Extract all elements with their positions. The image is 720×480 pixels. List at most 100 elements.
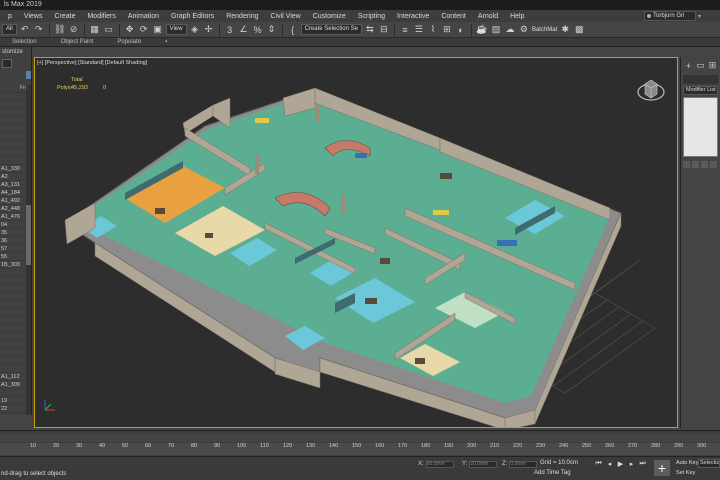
previous-frame-icon[interactable]: ◂	[605, 459, 614, 468]
ribbon-tab-populate[interactable]: Populate	[105, 39, 153, 45]
move-icon[interactable]: ✥	[124, 24, 136, 36]
layer-icon[interactable]: ≡	[399, 24, 411, 36]
scene-list-item[interactable]	[0, 85, 26, 93]
angle-snap-icon[interactable]: ∠	[238, 24, 250, 36]
snap-icon[interactable]: 3	[224, 24, 236, 36]
menu-item-arnold[interactable]: Arnold	[472, 13, 504, 20]
scene-list-item[interactable]	[0, 93, 26, 101]
scene-list-item[interactable]	[0, 285, 26, 293]
x-field[interactable]: 90.0mm	[425, 460, 454, 468]
batchmat-label[interactable]: BatchMat	[532, 27, 557, 33]
object-name-field[interactable]	[683, 75, 718, 84]
scene-list-item[interactable]	[0, 157, 26, 165]
render-setup-icon[interactable]: ☕	[476, 24, 488, 36]
menu-item-animation[interactable]: Animation	[122, 13, 165, 20]
y-field[interactable]: 20.0mm	[469, 460, 498, 468]
selection-filter-dropdown[interactable]: All	[2, 24, 17, 35]
z-coordinate[interactable]: Z: 0.0mm	[502, 460, 538, 468]
modifier-list-dropdown[interactable]: Modifier List	[683, 86, 718, 95]
add-key-icon[interactable]: +	[654, 460, 670, 476]
scene-list-item[interactable]: A1_492	[0, 197, 26, 205]
render-icon[interactable]: ☁	[504, 24, 516, 36]
scene-list-item[interactable]: 55	[0, 253, 26, 261]
scene-list-item[interactable]: A1_476	[0, 213, 26, 221]
schematic-icon[interactable]: ⊞	[441, 24, 453, 36]
scene-list-item[interactable]: A2_448	[0, 205, 26, 213]
scene-list-item[interactable]: A1_330	[0, 165, 26, 173]
selection-set-dropdown[interactable]: Selection	[698, 459, 720, 468]
menu-item-rendering[interactable]: Rendering	[220, 13, 264, 20]
align-icon[interactable]: ⊟	[378, 24, 390, 36]
unlink-icon[interactable]: ⊘	[68, 24, 80, 36]
select-icon[interactable]: ▦	[89, 24, 101, 36]
scene-list-item[interactable]	[0, 269, 26, 277]
make-unique-icon[interactable]	[701, 161, 708, 168]
scene-list-item[interactable]	[0, 325, 26, 333]
scene-list-item[interactable]	[0, 149, 26, 157]
scene-list-item[interactable]	[0, 301, 26, 309]
scene-list-item[interactable]	[0, 317, 26, 325]
scene-list-item[interactable]	[0, 125, 26, 133]
menu-item-create[interactable]: Create	[48, 13, 81, 20]
hierarchy-icon[interactable]: ⊞	[707, 60, 718, 71]
pin-stack-icon[interactable]	[683, 161, 690, 168]
menu-item-content[interactable]: Content	[435, 13, 472, 20]
link-icon[interactable]: ⛓	[54, 24, 66, 36]
scene-list-item[interactable]: A1_112	[0, 373, 26, 381]
scene-list-item[interactable]: A4_184	[0, 189, 26, 197]
track-bar[interactable]: 10 20 30 40 50 60 70 80 90 100 110 120 130 140 150 160 1…	[0, 443, 720, 455]
spinner-snap-icon[interactable]: ⇕	[266, 24, 278, 36]
ribbon-options-icon[interactable]: ▪	[153, 39, 179, 45]
material-editor-icon[interactable]: ◐	[455, 24, 467, 36]
x-coordinate[interactable]: X: 90.0mm	[418, 460, 454, 468]
menu-item-file[interactable]: p	[2, 13, 18, 20]
menu-item-scripting[interactable]: Scripting	[352, 13, 391, 20]
scene-list-item[interactable]	[0, 341, 26, 349]
scene-list-item[interactable]: 22	[0, 405, 26, 413]
z-field[interactable]: 0.0mm	[509, 460, 538, 468]
scene-list-item[interactable]	[0, 101, 26, 109]
scene-explorer-icon[interactable]: ☰	[413, 24, 425, 36]
scene-list-item[interactable]: 57	[0, 245, 26, 253]
scrollbar-thumb[interactable]	[26, 205, 31, 265]
undo-icon[interactable]: ↶	[19, 24, 31, 36]
scene-explorer-dropdown[interactable]	[26, 71, 31, 79]
ribbon-tab-selection[interactable]: Selection	[0, 39, 49, 45]
menu-item-help[interactable]: Help	[504, 13, 530, 20]
scene-list-item[interactable]	[0, 293, 26, 301]
batchmat-icon[interactable]: ⚙	[518, 24, 530, 36]
scene-list-item[interactable]	[0, 277, 26, 285]
scene-list-item[interactable]: A3_131	[0, 181, 26, 189]
menu-item-modifiers[interactable]: Modifiers	[81, 13, 121, 20]
curve-editor-icon[interactable]: ⌇	[427, 24, 439, 36]
modifier-stack[interactable]	[683, 97, 718, 157]
y-coordinate[interactable]: Y: 20.0mm	[462, 460, 498, 468]
scene-list-item[interactable]	[0, 365, 26, 373]
menu-item-customize[interactable]: Customize	[307, 13, 352, 20]
scene-list-item[interactable]	[0, 309, 26, 317]
menu-item-views[interactable]: Views	[18, 13, 49, 20]
ribbon-tab-object-paint[interactable]: Object Paint	[49, 39, 106, 45]
go-to-start-icon[interactable]: ⏮	[594, 459, 603, 468]
bulb-icon[interactable]: ✱	[559, 24, 571, 36]
mirror-icon[interactable]: ⇆	[364, 24, 376, 36]
reference-coord-dropdown[interactable]: View	[165, 24, 187, 35]
modify-icon[interactable]: ▭	[695, 60, 706, 71]
menu-item-graph-editors[interactable]: Graph Editors	[165, 13, 220, 20]
scene-list-item[interactable]: 35	[0, 229, 26, 237]
scene-list-item[interactable]	[0, 357, 26, 365]
scene-list-item[interactable]	[0, 333, 26, 341]
viewport-icon[interactable]: ▩	[573, 24, 585, 36]
menu-item-civil-view[interactable]: Civil View	[265, 13, 307, 20]
add-time-tag[interactable]: Add Time Tag	[534, 470, 571, 476]
viewport-label[interactable]: [+] [Perspective] [Standard] [Default Sh…	[37, 60, 147, 66]
rotate-icon[interactable]: ⟳	[138, 24, 150, 36]
play-icon[interactable]: ▶	[616, 459, 625, 468]
time-slider[interactable]	[0, 433, 720, 442]
user-account-dropdown[interactable]: Torbjorn Gri	[644, 11, 696, 21]
named-selection-dropdown[interactable]: Create Selection Se	[300, 24, 362, 35]
scene-list-item[interactable]	[0, 117, 26, 125]
floorplan-model[interactable]	[35, 58, 678, 428]
scene-scrollbar[interactable]	[26, 85, 31, 415]
next-frame-icon[interactable]: ▸	[627, 459, 636, 468]
